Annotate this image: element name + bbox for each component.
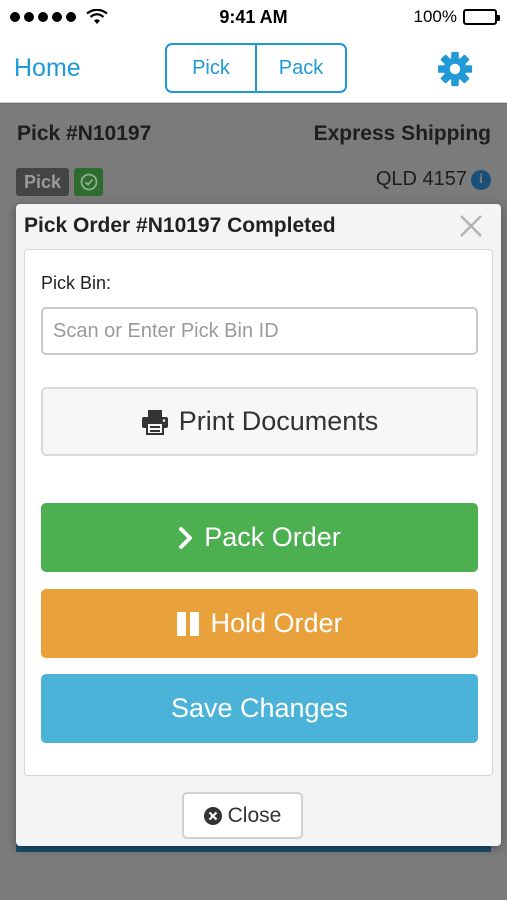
delivery-location: QLD 4157 <box>375 168 467 190</box>
hold-order-label: Hold Order <box>210 608 343 638</box>
pick-bin-input[interactable] <box>41 307 478 355</box>
segment-pick[interactable]: Pick <box>167 45 255 91</box>
print-documents-label: Print Documents <box>178 406 379 436</box>
nav-bar: Home Pick Pack <box>0 34 507 103</box>
pick-status-badge: Pick <box>16 168 70 196</box>
print-documents-button[interactable]: Print Documents <box>41 387 478 456</box>
close-icon[interactable] <box>457 212 485 240</box>
check-circle-icon <box>74 168 103 196</box>
battery-icon <box>463 9 500 25</box>
pick-bin-label: Pick Bin: <box>41 273 112 293</box>
close-label: Close <box>227 803 282 827</box>
info-icon[interactable]: i <box>471 170 491 190</box>
chevron-right-icon <box>178 526 194 550</box>
battery-percent: 100% <box>413 7 457 26</box>
modal-body: Pick Bin: Print Documents <box>24 249 493 776</box>
shipping-method: Express Shipping <box>313 122 491 145</box>
save-changes-label: Save Changes <box>170 693 349 723</box>
times-circle-icon <box>203 806 222 825</box>
segment-pack[interactable]: Pack <box>255 45 345 91</box>
printer-icon <box>141 409 169 435</box>
status-bar: 9:41 AM 100% <box>0 0 507 34</box>
pick-pack-segmented-control: Pick Pack <box>165 43 347 93</box>
pack-order-button[interactable]: Pack Order <box>41 503 478 572</box>
pack-order-label: Pack Order <box>204 522 341 552</box>
order-title: Pick #N10197 <box>17 122 152 145</box>
modal-title: Pick Order #N10197 Completed <box>24 214 336 237</box>
hold-order-button[interactable]: Hold Order <box>41 589 478 658</box>
gear-icon[interactable] <box>436 50 474 88</box>
home-link[interactable]: Home <box>14 54 81 83</box>
close-button[interactable]: Close <box>182 792 303 839</box>
signal-strength-icon <box>10 9 108 25</box>
wifi-icon <box>86 9 108 24</box>
save-changes-button[interactable]: Save Changes <box>41 674 478 743</box>
pick-completed-modal: Pick Order #N10197 Completed Pick Bin: P… <box>16 204 501 846</box>
pause-icon <box>176 611 200 637</box>
